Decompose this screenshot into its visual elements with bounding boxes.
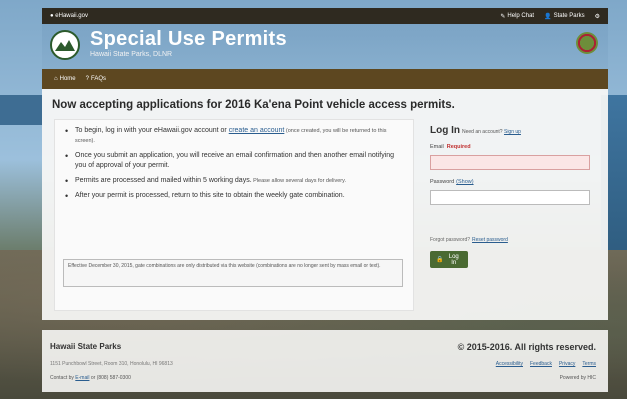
footer-links: Accessibility Feedback Privacy Terms [496,361,596,367]
list-item: Once you submit an application, you will… [65,151,407,171]
site-link[interactable]: ● eHawaii.gov [50,13,88,19]
page-subtitle: Hawaii State Parks, DLNR [90,51,173,58]
password-label-text: Password [430,179,455,185]
instruction-text: Permits are processed and mailed within … [75,177,252,184]
nav-faqs[interactable]: ? FAQs [86,76,106,82]
powered-by: Powered by HIC [559,375,596,381]
help-chat-label: Help Chat [507,13,535,19]
login-panel: Log In Need an account? Sign up Email Requ… [422,119,598,309]
list-item: To begin, log in with your eHawaii.gov a… [65,126,407,146]
list-item: After your permit is processed, return t… [65,191,407,201]
site-footer: Hawaii State Parks 1151 Punchbowl Street… [42,330,608,392]
password-field[interactable] [430,190,590,205]
list-item: Permits are processed and mailed within … [65,176,407,186]
main-panel: Now accepting applications for 2016 Ka'e… [42,89,608,320]
nav-home-label: Home [59,76,76,82]
hawaii-state-parks-logo[interactable] [50,30,80,60]
footer-address: 1151 Punchbowl Street, Room 310, Honolul… [50,361,173,367]
top-bar: ● eHawaii.gov ✎ Help Chat 👤 State Parks ⚙ [42,8,608,24]
mountain-logo-icon [55,40,75,51]
nav-home[interactable]: ⌂ Home [54,76,76,82]
terms-link[interactable]: Terms [582,361,596,367]
home-icon: ⌂ [54,76,58,82]
login-heading: Log In Need an account? Sign up [430,125,521,136]
gate-combination-notice: Effective December 30, 2015, gate combin… [63,259,403,287]
copyright: © 2015-2016. All rights reserved. [457,342,596,352]
announcement-headline: Now accepting applications for 2016 Ka'e… [52,99,455,111]
nav-faqs-label: FAQs [90,76,106,82]
page-title: Special Use Permits [90,28,287,50]
password-label: Password (Show) [430,179,474,185]
state-seal-icon [576,32,598,54]
privacy-link[interactable]: Privacy [559,361,575,367]
contact-prefix: Contact by [50,375,76,381]
forgot-password-row: Forgot password? Reset password [430,237,508,243]
instruction-text: To begin, log in with your eHawaii.gov a… [75,127,229,134]
instructions-list: To begin, log in with your eHawaii.gov a… [55,120,413,201]
state-parks-link[interactable]: 👤 State Parks [544,13,585,20]
reset-password-link[interactable]: Reset password [472,237,508,243]
sign-up-link[interactable]: Sign up [504,129,521,135]
question-icon: ? [85,76,89,82]
need-account-text: Need an account? [462,129,503,135]
email-link[interactable]: E-mail [75,375,89,381]
email-label-text: Email [430,144,444,150]
create-account-link[interactable]: create an account [229,127,285,134]
login-title: Log In [430,125,460,136]
site-link-label: eHawaii.gov [55,13,88,19]
footer-title: Hawaii State Parks [50,342,122,351]
user-icon: 👤 [544,13,552,20]
state-parks-label: State Parks [553,13,585,19]
accessibility-link[interactable]: Accessibility [496,361,523,367]
login-button-label: Log In [448,253,459,266]
settings-icon[interactable]: ⚙ [595,13,600,20]
help-chat-link[interactable]: ✎ Help Chat [500,13,534,20]
main-nav: ⌂ Home ? FAQs [42,69,608,89]
chat-icon: ✎ [500,13,506,20]
instruction-text: Once you submit an application, you will… [75,152,395,169]
lock-icon: 🔒 [436,257,444,263]
login-button[interactable]: 🔒 Log In [430,251,468,268]
forgot-password-text: Forgot password? [430,237,471,243]
footer-contact: Contact by E-mail or (808) 587-0300 [50,375,131,381]
email-label: Email Required [430,144,471,150]
top-bar-actions: ✎ Help Chat 👤 State Parks ⚙ [500,13,600,20]
required-indicator: Required [446,144,471,150]
background-sea-left [0,95,42,125]
instruction-note: Please allow several days for delivery. [251,178,346,184]
email-field[interactable] [430,155,590,170]
contact-phone: or (808) 587-0300 [89,375,131,381]
feedback-link[interactable]: Feedback [530,361,552,367]
site-header: Special Use Permits Hawaii State Parks, … [42,24,608,69]
show-password-link[interactable]: (Show) [456,179,473,185]
instruction-text: After your permit is processed, return t… [75,192,345,199]
instructions-box: To begin, log in with your eHawaii.gov a… [54,119,414,311]
